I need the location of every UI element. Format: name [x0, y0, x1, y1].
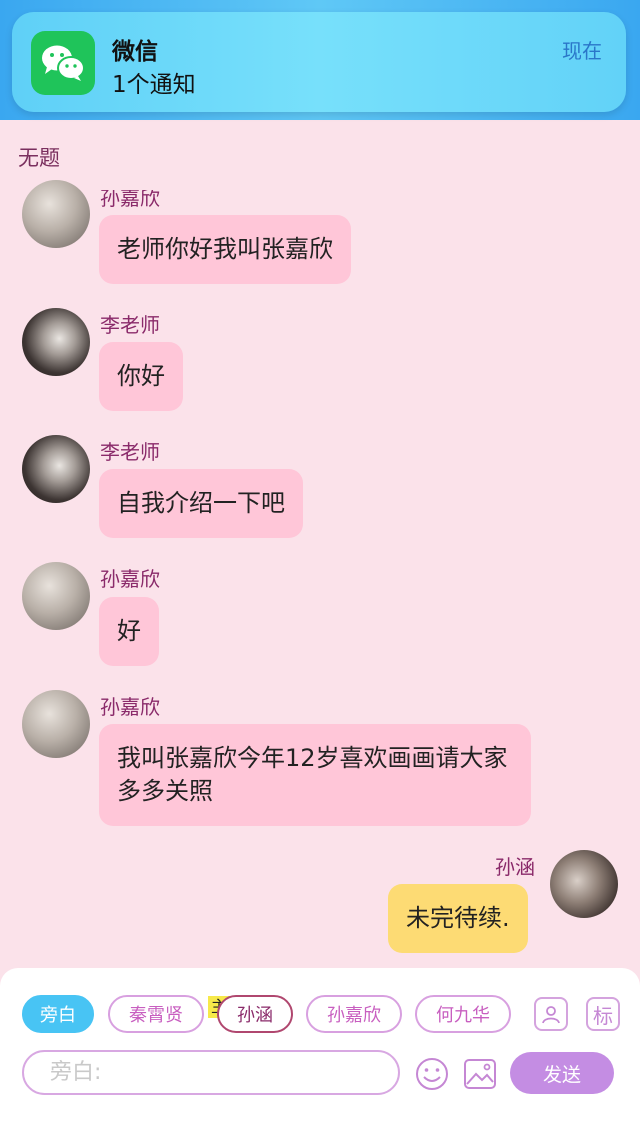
role-chip-qinxiaoxian[interactable]: 秦霄贤	[108, 995, 204, 1033]
wechat-icon	[31, 31, 95, 95]
avatar[interactable]	[22, 690, 90, 758]
notification-banner[interactable]: 微信 1个通知 现在	[12, 12, 626, 112]
emoji-button[interactable]	[414, 1056, 450, 1092]
role-manage-button[interactable]	[534, 997, 568, 1031]
avatar[interactable]	[22, 180, 90, 248]
send-button[interactable]: 发送	[510, 1052, 614, 1094]
role-narration-chip[interactable]: 旁白	[22, 995, 94, 1033]
message-bubble[interactable]: 未完待续.	[388, 884, 528, 953]
message-input[interactable]: 旁白:	[22, 1050, 400, 1095]
role-chip-sunhan[interactable]: 孙涵	[217, 995, 293, 1033]
person-icon	[542, 1006, 560, 1024]
message-sender: 孙嘉欣	[100, 695, 160, 719]
label-button[interactable]: 标	[586, 997, 620, 1031]
message-sender: 孙嘉欣	[100, 567, 160, 591]
story-title: 无题	[18, 146, 60, 170]
role-chip-hejiuhua[interactable]: 何九华	[415, 995, 511, 1033]
image-button[interactable]	[462, 1056, 498, 1092]
avatar[interactable]	[22, 562, 90, 630]
avatar[interactable]	[550, 850, 618, 918]
message-sender: 李老师	[100, 313, 160, 337]
message-bubble[interactable]: 好	[99, 597, 159, 666]
message-bubble[interactable]: 我叫张嘉欣今年12岁喜欢画画请大家多多关照	[99, 724, 531, 826]
notification-message: 1个通知	[112, 72, 196, 98]
smile-icon	[416, 1058, 448, 1090]
avatar[interactable]	[22, 308, 90, 376]
message-sender: 孙涵	[495, 855, 535, 879]
message-bubble[interactable]: 老师你好我叫张嘉欣	[99, 215, 351, 284]
notification-time: 现在	[562, 39, 602, 63]
image-icon	[464, 1059, 496, 1089]
role-chip-sunjiaxin[interactable]: 孙嘉欣	[306, 995, 402, 1033]
message-bubble[interactable]: 你好	[99, 342, 183, 411]
message-bubble[interactable]: 自我介绍一下吧	[99, 469, 303, 538]
notification-app-name: 微信	[112, 39, 158, 65]
message-sender: 孙嘉欣	[100, 186, 160, 210]
message-sender: 李老师	[100, 440, 160, 464]
avatar[interactable]	[22, 435, 90, 503]
